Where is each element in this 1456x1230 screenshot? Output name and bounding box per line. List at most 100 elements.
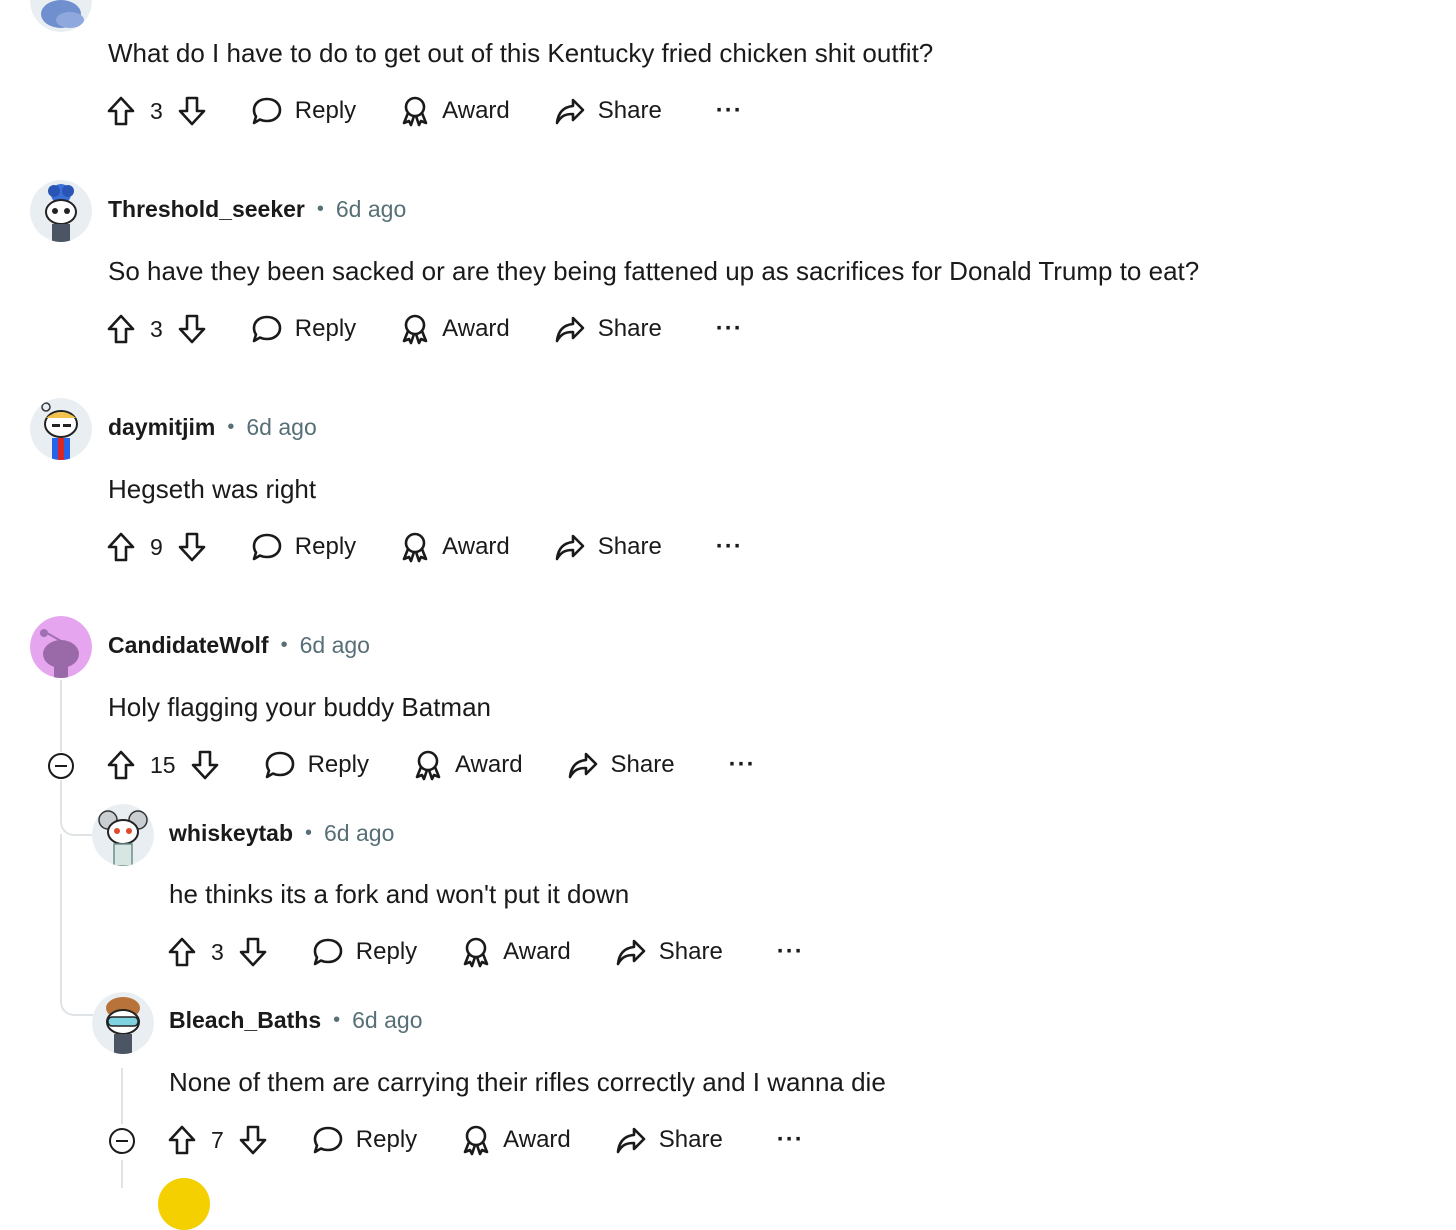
reply-label: Reply [307,751,369,778]
award-label: Award [503,938,571,965]
vote-count: 3 [150,315,163,342]
award-button[interactable]: Award [400,531,510,563]
share-button[interactable]: Share [567,750,675,780]
reply-button[interactable]: Reply [312,1125,417,1155]
timestamp[interactable]: 6d ago [300,632,370,659]
timestamp[interactable]: 6d ago [336,196,406,223]
vote-count: 3 [211,938,224,965]
timestamp[interactable]: 6d ago [246,414,316,441]
timestamp[interactable]: 6d ago [324,820,394,847]
user-avatar[interactable] [92,804,154,866]
username[interactable]: CandidateWolf [108,632,269,659]
award-icon [400,531,430,563]
upvote-icon[interactable] [106,749,136,781]
more-options-icon[interactable]: ··· [716,315,743,343]
comment-bubble-icon [312,937,344,967]
comment-body: So have they been sacked or are they bei… [108,256,1200,286]
more-options-icon[interactable]: ··· [729,751,756,779]
share-label: Share [658,1126,723,1153]
comment-bubble-icon [251,314,283,344]
reply-button[interactable]: Reply [264,750,369,780]
reply-button[interactable]: Reply [312,937,417,967]
award-button[interactable]: Award [461,1124,571,1156]
collapse-thread-icon[interactable] [109,1128,135,1154]
share-label: Share [597,533,662,560]
comment-body: What do I have to do to get out of this … [108,38,934,68]
award-button[interactable]: Award [413,749,523,781]
collapse-thread-icon[interactable] [48,753,74,779]
user-avatar[interactable] [30,0,92,32]
comment-actions: 3 Reply Award Share ··· [167,930,804,974]
award-icon [400,313,430,345]
username[interactable]: Threshold_seeker [108,196,305,223]
comment-body: Hegseth was right [108,474,317,504]
downvote-icon[interactable] [177,95,207,127]
comment-meta: Bleach_Baths • 6d ago [169,1007,423,1034]
user-avatar[interactable] [30,180,92,242]
user-avatar[interactable] [92,992,154,1054]
downvote-icon[interactable] [238,1124,268,1156]
user-avatar[interactable] [30,616,92,678]
thread-line [60,680,62,752]
share-label: Share [610,751,675,778]
thread-line [121,1068,123,1124]
upvote-icon[interactable] [167,1124,197,1156]
comment-body: he thinks its a fork and won't put it do… [169,879,630,909]
award-label: Award [503,1126,571,1153]
reply-button[interactable]: Reply [251,96,356,126]
downvote-icon[interactable] [238,936,268,968]
comment-actions: 3 Reply Award Share ··· [106,89,743,133]
vote-count: 7 [211,1126,224,1153]
more-options-icon[interactable]: ··· [777,1126,804,1154]
more-options-icon[interactable]: ··· [716,533,743,561]
award-label: Award [442,533,510,560]
username[interactable]: whiskeytab [169,820,293,847]
thread-line [60,834,62,994]
username[interactable]: Bleach_Baths [169,1007,321,1034]
award-button[interactable]: Award [400,313,510,345]
comment-meta: CandidateWolf • 6d ago [108,632,370,659]
award-button[interactable]: Award [400,95,510,127]
downvote-icon[interactable] [177,313,207,345]
timestamp[interactable]: 6d ago [352,1007,422,1034]
reply-button[interactable]: Reply [251,314,356,344]
comment-bubble-icon [251,96,283,126]
upvote-icon[interactable] [106,313,136,345]
downvote-icon[interactable] [177,531,207,563]
upvote-icon[interactable] [167,936,197,968]
upvote-icon[interactable] [106,95,136,127]
award-label: Award [442,315,510,342]
user-avatar[interactable] [30,398,92,460]
award-label: Award [442,97,510,124]
share-label: Share [658,938,723,965]
share-icon [554,314,586,344]
downvote-icon[interactable] [190,749,220,781]
share-button[interactable]: Share [615,1125,723,1155]
share-icon [615,937,647,967]
reply-button[interactable]: Reply [251,532,356,562]
vote-count: 3 [150,97,163,124]
award-button[interactable]: Award [461,936,571,968]
comment-body: None of them are carrying their rifles c… [169,1067,886,1097]
share-button[interactable]: Share [554,532,662,562]
reply-label: Reply [355,938,418,965]
share-button[interactable]: Share [615,937,723,967]
reply-label: Reply [294,533,357,560]
comment-bubble-icon [312,1125,344,1155]
vote-count: 9 [150,533,163,560]
share-button[interactable]: Share [554,314,662,344]
more-options-icon[interactable]: ··· [777,938,804,966]
share-button[interactable]: Share [554,96,662,126]
comment-actions: 9 Reply Award Share ··· [106,525,743,569]
more-options-icon[interactable]: ··· [716,97,743,125]
share-label: Share [597,97,662,124]
award-icon [461,1124,491,1156]
user-avatar[interactable] [158,1178,210,1230]
vote-count: 15 [150,751,176,778]
separator: • [227,416,235,438]
separator: • [280,634,288,656]
reply-label: Reply [294,97,357,124]
username[interactable]: daymitjim [108,414,215,441]
upvote-icon[interactable] [106,531,136,563]
share-icon [554,96,586,126]
